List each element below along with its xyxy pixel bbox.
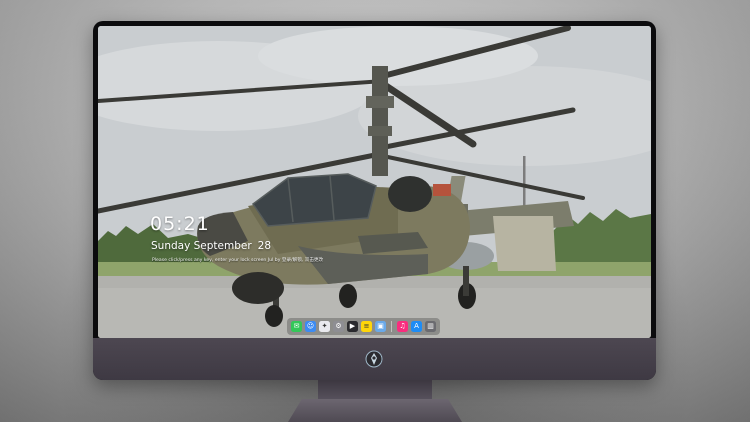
notes-icon[interactable]: ≡ (361, 321, 372, 332)
wallpaper-helicopter (98, 26, 651, 338)
messages-icon[interactable]: ✉ (291, 321, 302, 332)
monitor-stand-neck (318, 380, 432, 402)
lock-screen-hint: Please click/press any key, enter your l… (152, 258, 324, 263)
music-icon[interactable]: ♫ (397, 321, 408, 332)
finder-icon[interactable]: ☺ (305, 321, 316, 332)
preview-icon[interactable]: ▣ (375, 321, 386, 332)
screen: 05:21 Sunday September 28 Please click/pr… (98, 26, 651, 338)
lock-screen-clock: 05:21 (150, 213, 210, 235)
lock-screen-date: Sunday September 28 (151, 240, 271, 252)
dock: ✉ ☺ ✦ ⚙ ▶ ≡ ▣ ♫ A ▥ (287, 318, 440, 335)
monitor-chin (93, 338, 656, 380)
safari-icon[interactable]: ✦ (319, 321, 330, 332)
monitor: 05:21 Sunday September 28 Please click/pr… (93, 21, 656, 380)
date-weekday-month: Sunday September (151, 240, 252, 252)
app-store-icon[interactable]: A (411, 321, 422, 332)
date-day: 28 (257, 240, 272, 252)
monitor-stand-base (288, 399, 462, 422)
trash-icon[interactable]: ▥ (425, 321, 436, 332)
system-settings-icon[interactable]: ⚙ (333, 321, 344, 332)
final-cut-icon[interactable]: ▶ (347, 321, 358, 332)
brand-logo-icon (364, 349, 384, 369)
dock-separator (391, 321, 392, 332)
